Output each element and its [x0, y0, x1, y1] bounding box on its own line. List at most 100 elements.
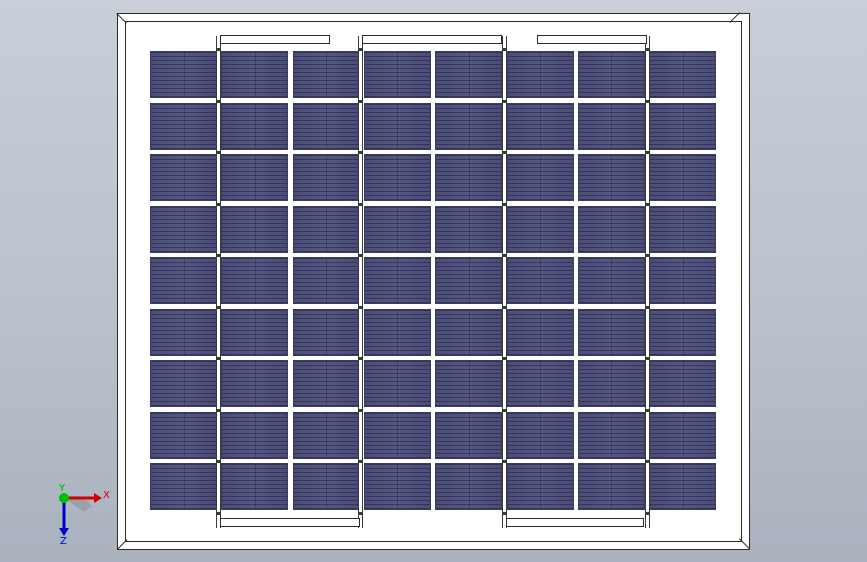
bus-node: [217, 305, 220, 309]
solar-cell: [577, 463, 645, 510]
solar-cell: [649, 463, 717, 510]
solar-cell: [649, 102, 717, 150]
bus-bar: [502, 36, 507, 528]
solar-cell: [435, 102, 503, 150]
solar-cell: [435, 51, 503, 98]
bus-node: [359, 99, 362, 103]
bus-node: [217, 99, 220, 103]
solar-cell: [435, 463, 503, 510]
solar-cell: [649, 308, 717, 356]
solar-cell: [292, 154, 360, 201]
solar-cell: [506, 154, 574, 201]
ribbon-tab: [537, 35, 647, 44]
bus-node: [503, 254, 506, 257]
solar-cell: [577, 257, 645, 304]
bus-node: [646, 99, 649, 103]
solar-cell: [292, 205, 360, 253]
bus-node: [359, 305, 362, 309]
coordinate-triad: X Y Z: [58, 483, 110, 547]
solar-cell: [363, 102, 431, 150]
solar-cell: [292, 308, 360, 356]
solar-cell: [363, 308, 431, 356]
solar-cell: [221, 154, 289, 201]
solar-cell: [363, 463, 431, 510]
solar-cell: [506, 308, 574, 356]
solar-cell: [435, 257, 503, 304]
solar-cell: [649, 411, 717, 459]
ribbon-tab: [220, 518, 360, 527]
solar-cell: [577, 154, 645, 201]
bus-node: [359, 48, 362, 51]
solar-cell: [150, 51, 217, 98]
solar-cell: [292, 51, 360, 98]
bus-node: [646, 48, 649, 51]
bus-node: [503, 408, 506, 412]
solar-cell: [506, 257, 574, 304]
bus-node: [359, 254, 362, 257]
solar-cell: [363, 360, 431, 407]
bus-node: [646, 408, 649, 412]
solar-cell: [221, 257, 289, 304]
y-axis-label: Y: [58, 483, 66, 494]
bus-bar: [645, 36, 650, 528]
bus-node: [503, 48, 506, 51]
bus-bar: [216, 36, 221, 528]
solar-cell: [649, 51, 717, 98]
y-axis-origin: [59, 493, 69, 503]
solar-cell: [577, 51, 645, 98]
bus-node: [503, 99, 506, 103]
bus-node: [359, 511, 362, 515]
solar-cell: [577, 360, 645, 407]
solar-cell: [363, 257, 431, 304]
bus-node: [359, 202, 362, 206]
bus-node: [359, 151, 362, 154]
ribbon-tab: [506, 518, 644, 527]
solar-cell: [506, 205, 574, 253]
solar-cell: [577, 205, 645, 253]
bus-node: [646, 511, 649, 515]
bus-node: [217, 408, 220, 412]
solar-cell: [221, 51, 289, 98]
solar-cell: [221, 360, 289, 407]
bus-node: [503, 202, 506, 206]
solar-cell: [150, 308, 217, 356]
solar-cell: [150, 411, 217, 459]
bus-node: [217, 202, 220, 206]
bus-node: [646, 460, 649, 463]
solar-cell: [150, 154, 217, 201]
bus-node: [217, 151, 220, 154]
solar-cell: [577, 308, 645, 356]
bus-node: [217, 511, 220, 515]
solar-cell: [363, 411, 431, 459]
solar-cell: [577, 411, 645, 459]
solar-cell: [150, 102, 217, 150]
bus-bar: [358, 36, 363, 528]
bus-node: [217, 48, 220, 51]
solar-cell: [221, 102, 289, 150]
solar-cell: [292, 360, 360, 407]
bus-node: [503, 511, 506, 515]
solar-cell: [649, 360, 717, 407]
solar-cell: [506, 51, 574, 98]
solar-cell: [363, 51, 431, 98]
solar-cell: [221, 463, 289, 510]
solar-cell: [150, 257, 217, 304]
bus-node: [646, 254, 649, 257]
bus-node: [217, 254, 220, 257]
x-axis-arrowhead: [94, 493, 102, 503]
solar-cell: [435, 411, 503, 459]
bus-node: [503, 151, 506, 154]
bus-node: [503, 305, 506, 309]
solar-cell: [435, 205, 503, 253]
solar-cell: [435, 360, 503, 407]
bus-node: [217, 460, 220, 463]
solar-cell: [150, 463, 217, 510]
graphics-viewport[interactable]: X Y Z: [0, 0, 867, 562]
solar-cell: [435, 308, 503, 356]
solar-cell: [506, 463, 574, 510]
bus-node: [503, 460, 506, 463]
bus-node: [359, 460, 362, 463]
bus-node: [646, 202, 649, 206]
solar-cell: [150, 360, 217, 407]
z-axis-label: Z: [60, 536, 67, 547]
